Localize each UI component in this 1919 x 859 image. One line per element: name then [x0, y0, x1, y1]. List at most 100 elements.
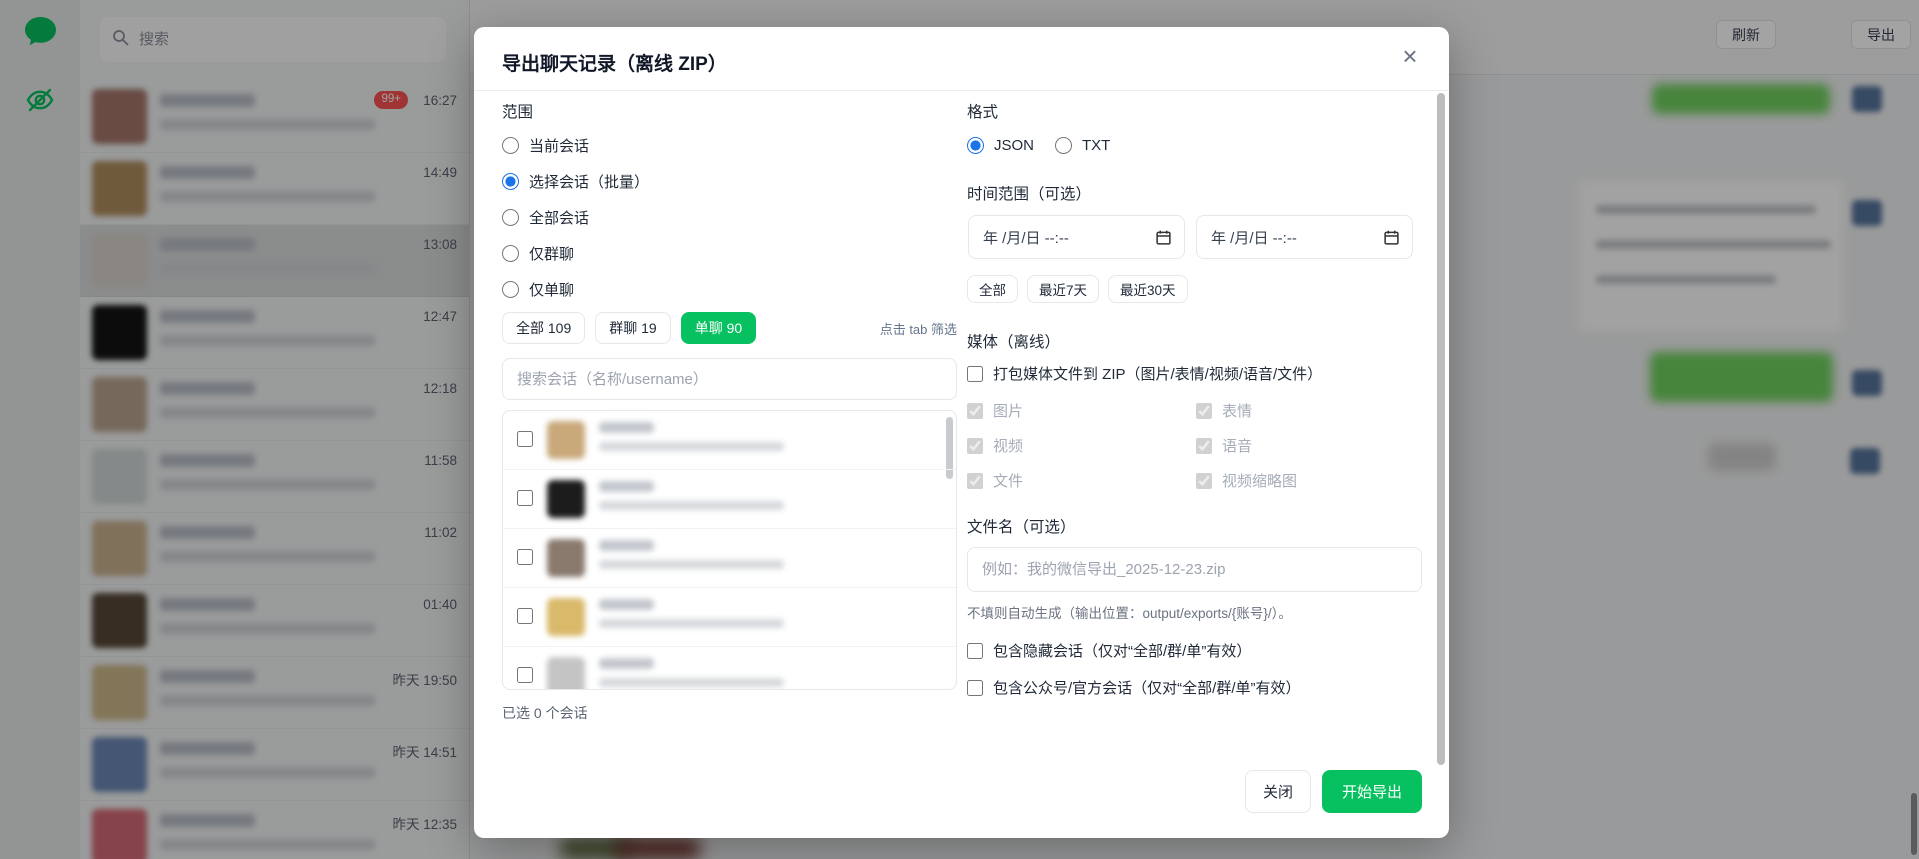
pack-media-checkbox[interactable]: 打包媒体文件到 ZIP（图片/表情/视频/语音/文件）: [967, 363, 1322, 384]
conversation-row[interactable]: [503, 647, 956, 690]
checkbox-input: [967, 403, 983, 419]
calendar-icon[interactable]: [1155, 229, 1172, 246]
conversation-checkbox[interactable]: [517, 549, 533, 565]
radio-input[interactable]: [967, 137, 984, 154]
checkbox-label: 包含公众号/官方会话（仅对“全部/群/单”有效）: [993, 677, 1301, 698]
blurred-conv-name: [599, 422, 654, 433]
checkbox-input: [1196, 438, 1212, 454]
dialog-title: 导出聊天记录（离线 ZIP）: [502, 49, 727, 76]
conversation-filter-row: 全部 109 群聊 19 单聊 90 点击 tab 筛选: [502, 312, 957, 344]
media-type-stickers: 表情: [1196, 400, 1252, 421]
checkbox-input[interactable]: [967, 680, 983, 696]
checkbox-label: 语音: [1222, 435, 1252, 456]
scope-radio-all[interactable]: 全部会话: [502, 207, 589, 228]
filter-tab-all[interactable]: 全部 109: [502, 312, 585, 344]
blurred-conv-name: [599, 481, 654, 492]
quick-range-all[interactable]: 全部: [967, 275, 1018, 303]
radio-label: 仅单聊: [529, 279, 574, 300]
radio-input[interactable]: [502, 173, 519, 190]
conv-avatar: [547, 539, 585, 577]
include-hidden-checkbox[interactable]: 包含隐藏会话（仅对“全部/群/单”有效）: [967, 640, 1251, 661]
include-official-checkbox[interactable]: 包含公众号/官方会话（仅对“全部/群/单”有效）: [967, 677, 1301, 698]
filename-input[interactable]: [967, 547, 1422, 592]
export-dialog: 导出聊天记录（离线 ZIP） × 范围 当前会话 选择会话（批量） 全部会话 仅…: [474, 27, 1449, 838]
checkbox-label: 包含隐藏会话（仅对“全部/群/单”有效）: [993, 640, 1251, 661]
conversation-row[interactable]: [503, 529, 956, 588]
format-radio-txt[interactable]: TXT: [1055, 137, 1110, 154]
media-type-images: 图片: [967, 400, 1023, 421]
blurred-conv-name: [599, 658, 654, 669]
media-type-files: 文件: [967, 470, 1023, 491]
media-type-video-thumbs: 视频缩略图: [1196, 470, 1297, 491]
format-radio-json[interactable]: JSON: [967, 137, 1034, 154]
end-date-input[interactable]: 年 /月/日 --:--: [1196, 215, 1413, 259]
close-icon[interactable]: ×: [1393, 39, 1427, 73]
format-section-label: 格式: [967, 100, 998, 122]
filename-label: 文件名（可选）: [967, 515, 1076, 537]
radio-input[interactable]: [502, 245, 519, 262]
radio-input[interactable]: [1055, 137, 1072, 154]
checkbox-label: 表情: [1222, 400, 1252, 421]
checkbox-input: [967, 473, 983, 489]
media-section-label: 媒体（离线）: [967, 330, 1060, 352]
blurred-conv-name: [599, 599, 654, 610]
start-date-input[interactable]: 年 /月/日 --:--: [968, 215, 1185, 259]
conv-avatar: [547, 657, 585, 690]
media-type-voice: 语音: [1196, 435, 1252, 456]
checkbox-label: 视频缩略图: [1222, 470, 1297, 491]
filter-tab-singles[interactable]: 单聊 90: [681, 312, 756, 344]
scope-radio-groups-only[interactable]: 仅群聊: [502, 243, 574, 264]
close-button[interactable]: 关闭: [1245, 770, 1311, 813]
radio-input[interactable]: [502, 137, 519, 154]
conv-avatar: [547, 598, 585, 636]
blurred-conv-username: [599, 678, 784, 687]
checkbox-input[interactable]: [967, 366, 983, 382]
conversation-checkbox[interactable]: [517, 490, 533, 506]
scope-radio-current[interactable]: 当前会话: [502, 135, 589, 156]
dialog-scrollbar[interactable]: [1437, 93, 1445, 765]
checkbox-input: [1196, 403, 1212, 419]
blurred-conv-username: [599, 501, 784, 510]
scope-radio-selected-batch[interactable]: 选择会话（批量）: [502, 171, 649, 192]
app-window: 99+ 16:27 14:49 13:08 12:47 12:18 11:58: [0, 0, 1919, 859]
filter-tab-groups[interactable]: 群聊 19: [595, 312, 670, 344]
media-type-videos: 视频: [967, 435, 1023, 456]
conversation-row[interactable]: [503, 411, 956, 470]
radio-input[interactable]: [502, 281, 519, 298]
date-placeholder: 年 /月/日 --:--: [1211, 227, 1297, 248]
radio-label: 选择会话（批量）: [529, 171, 649, 192]
checkbox-label: 文件: [993, 470, 1023, 491]
checkbox-label: 打包媒体文件到 ZIP（图片/表情/视频/语音/文件）: [993, 363, 1322, 384]
blurred-conv-name: [599, 540, 654, 551]
filter-hint: 点击 tab 筛选: [880, 319, 957, 338]
radio-label: JSON: [994, 137, 1034, 154]
time-range-label: 时间范围（可选）: [967, 182, 1091, 204]
conversation-checkbox[interactable]: [517, 431, 533, 447]
scope-section-label: 范围: [502, 100, 533, 122]
conversation-row[interactable]: [503, 588, 956, 647]
blurred-conv-username: [599, 560, 784, 569]
radio-label: TXT: [1082, 137, 1110, 154]
checkbox-input: [967, 438, 983, 454]
conversation-row[interactable]: [503, 470, 956, 529]
scope-radio-singles-only[interactable]: 仅单聊: [502, 279, 574, 300]
quick-range-row: 全部 最近7天 最近30天: [967, 275, 1188, 303]
blurred-conv-username: [599, 619, 784, 628]
conversation-list[interactable]: [502, 410, 957, 690]
checkbox-input[interactable]: [967, 643, 983, 659]
quick-range-30d[interactable]: 最近30天: [1108, 275, 1188, 303]
calendar-icon[interactable]: [1383, 229, 1400, 246]
quick-range-7d[interactable]: 最近7天: [1027, 275, 1099, 303]
radio-label: 全部会话: [529, 207, 589, 228]
radio-input[interactable]: [502, 209, 519, 226]
checkbox-label: 视频: [993, 435, 1023, 456]
blurred-conv-username: [599, 442, 784, 451]
conversation-checkbox[interactable]: [517, 667, 533, 683]
checkbox-input: [1196, 473, 1212, 489]
conversation-search-input[interactable]: [502, 358, 957, 400]
selected-count: 已选 0 个会话: [502, 703, 588, 723]
start-export-button[interactable]: 开始导出: [1322, 770, 1422, 813]
conv-avatar: [547, 480, 585, 518]
conversation-checkbox[interactable]: [517, 608, 533, 624]
checkbox-label: 图片: [993, 400, 1023, 421]
